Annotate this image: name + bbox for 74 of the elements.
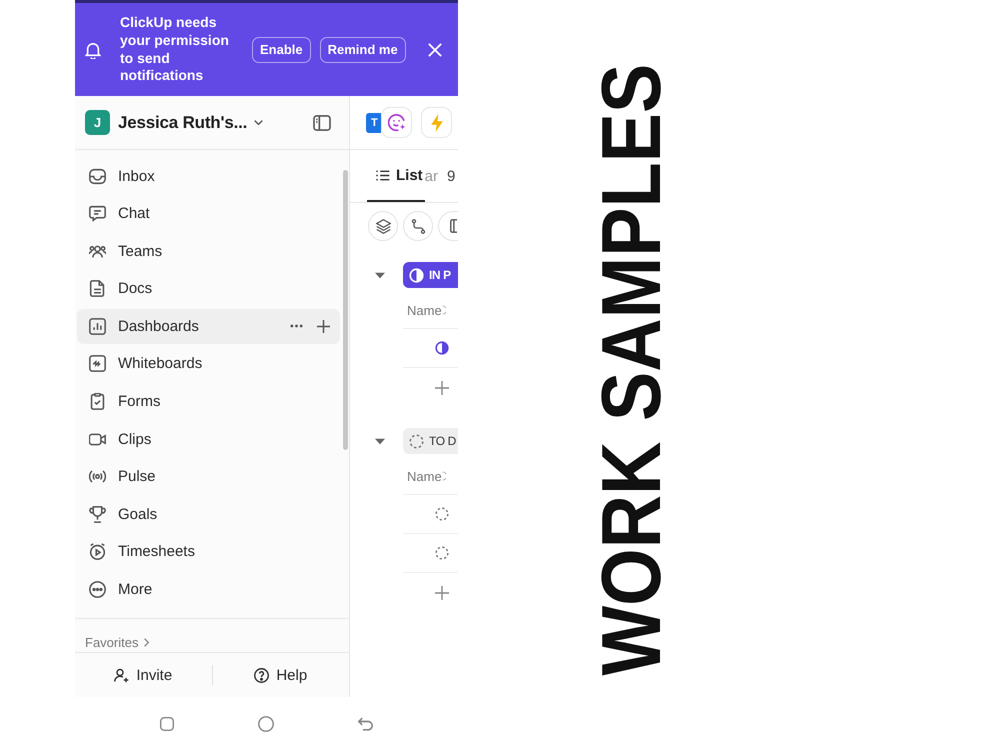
chat-icon	[89, 205, 106, 222]
side-title: WORK SAMPLES	[596, 64, 666, 676]
dashed-circle-icon[interactable]	[435, 546, 449, 560]
view-tab[interactable]: List	[367, 150, 425, 202]
chevron-down-icon[interactable]	[254, 120, 264, 125]
sidebar-item[interactable]: Teams	[77, 234, 340, 269]
chevron-right-icon	[144, 638, 150, 648]
inbox-icon	[89, 168, 106, 184]
clipboard-check-icon	[89, 393, 106, 410]
columns-button[interactable]	[438, 211, 458, 241]
sidebar-item[interactable]: Dashboards	[77, 308, 340, 344]
arc-icon	[442, 305, 446, 315]
column-header[interactable]: Name	[407, 468, 442, 484]
favorites-header[interactable]: Favorites	[85, 635, 150, 650]
more-options-icon[interactable]	[290, 324, 303, 328]
route-icon	[410, 218, 426, 234]
layers-icon	[376, 218, 390, 234]
bell-icon	[85, 40, 101, 58]
half-circle-icon	[409, 268, 424, 282]
sidebar-item[interactable]: Chat	[77, 196, 340, 232]
plus-icon[interactable]	[435, 380, 449, 394]
remind-me-button[interactable]: Remind me	[320, 36, 406, 62]
sidebar-item[interactable]: Whiteboards	[77, 346, 340, 382]
scrollbar-thumb[interactable]	[343, 170, 348, 450]
route-button[interactable]	[403, 211, 433, 241]
sidebar-item[interactable]: Inbox	[77, 158, 340, 194]
more-circle-icon	[89, 581, 106, 598]
whiteboard-icon	[89, 355, 106, 372]
sparkle-face-icon	[388, 114, 406, 132]
bar-chart-icon	[89, 318, 106, 335]
dashed-circle-icon	[409, 434, 424, 448]
notification-message: ClickUp needs your permission to send notifications	[120, 14, 230, 85]
people-icon	[89, 242, 106, 260]
workspace-avatar[interactable]: J	[85, 110, 110, 135]
plus-icon[interactable]	[435, 586, 449, 600]
columns-icon	[450, 219, 457, 233]
sidebar-item[interactable]: Pulse	[77, 459, 340, 494]
caret-icon[interactable]	[375, 438, 385, 444]
list-icon	[376, 170, 390, 180]
back-arrow-icon[interactable]	[358, 716, 373, 730]
alarm-clock-icon	[89, 543, 106, 560]
close-icon[interactable]	[428, 42, 442, 56]
task-count: 9	[447, 168, 456, 184]
user-avatar[interactable]: T	[366, 112, 381, 132]
help-button[interactable]: Help	[212, 660, 349, 690]
sidebar-item[interactable]: Timesheets	[77, 534, 340, 570]
sidebar-toggle-icon[interactable]	[313, 114, 331, 130]
square-icon[interactable]	[160, 716, 174, 730]
ai-button[interactable]	[381, 107, 412, 138]
half-circle-icon[interactable]	[435, 341, 449, 355]
video-camera-icon	[89, 430, 106, 448]
status-group-pill[interactable]: TO D	[403, 428, 458, 454]
circle-icon[interactable]	[258, 716, 274, 732]
column-header[interactable]: Name	[407, 302, 442, 318]
enable-button[interactable]: Enable	[252, 36, 311, 62]
trophy-icon	[89, 506, 106, 523]
lightning-icon	[430, 114, 442, 132]
layers-button[interactable]	[368, 211, 398, 241]
status-group-pill[interactable]: IN P	[403, 262, 458, 288]
broadcast-icon	[89, 468, 106, 486]
sidebar-item[interactable]: Docs	[77, 271, 340, 306]
plus-icon[interactable]	[317, 320, 330, 333]
sidebar-item[interactable]: Clips	[77, 422, 340, 457]
sidebar-item[interactable]: Goals	[77, 496, 340, 532]
arc-icon	[442, 471, 446, 481]
document-icon	[89, 280, 106, 298]
help-icon	[254, 668, 270, 682]
invite-button[interactable]: Invite	[75, 660, 212, 690]
person-plus-icon	[114, 668, 130, 682]
caret-icon[interactable]	[375, 272, 385, 278]
sidebar-item[interactable]: More	[77, 572, 340, 608]
dashed-circle-icon[interactable]	[435, 507, 449, 521]
sidebar-item[interactable]: Forms	[77, 384, 340, 420]
workspace-name[interactable]: Jessica Ruth's...	[118, 112, 248, 132]
